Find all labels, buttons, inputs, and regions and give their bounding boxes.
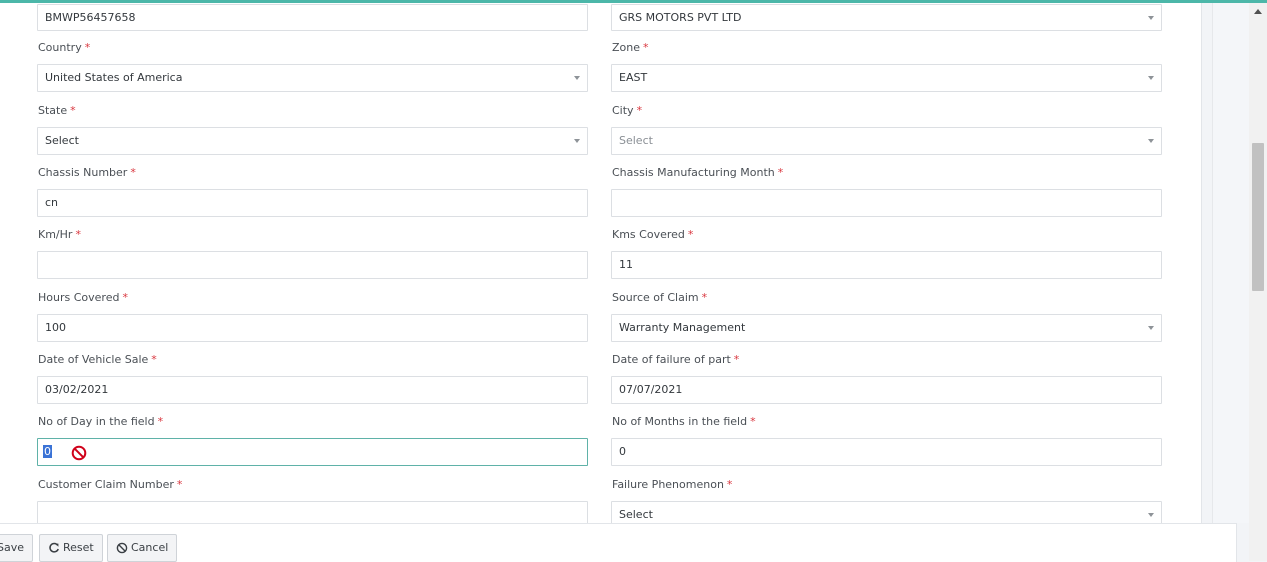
vertical-scrollbar[interactable] <box>1249 3 1267 561</box>
no-of-months-in-field-input[interactable]: 0 <box>611 438 1162 466</box>
no-of-day-in-field-label: No of Day in the field * <box>38 415 164 428</box>
failure-phenomenon-label: Failure Phenomenon * <box>612 478 733 491</box>
required-marker: * <box>643 41 649 54</box>
date-of-vehicle-sale-label: Date of Vehicle Sale * <box>38 353 157 366</box>
field-value: 03/02/2021 <box>45 383 109 396</box>
field-value: 100 <box>45 321 66 334</box>
required-marker: * <box>701 291 708 304</box>
chevron-down-icon <box>1148 76 1154 80</box>
date-of-failure-of-part-input[interactable]: 07/07/2021 <box>611 376 1162 404</box>
field-value: Select <box>619 134 653 147</box>
kms-covered-input[interactable]: 11 <box>611 251 1162 279</box>
zone-label: Zone * <box>612 41 649 54</box>
right-gutter <box>1212 3 1250 523</box>
cancel-button-label: Cancel <box>131 541 169 554</box>
required-marker: * <box>777 166 784 179</box>
country-select[interactable]: United States of America <box>37 64 588 92</box>
city-label: City * <box>612 104 643 117</box>
chevron-down-icon <box>574 139 580 143</box>
kms-covered-label: Kms Covered * <box>612 228 694 241</box>
reset-button[interactable]: Reset <box>39 534 103 562</box>
refresh-icon <box>49 542 59 553</box>
field-value: Warranty Management <box>619 321 746 334</box>
field-value: Select <box>619 508 653 521</box>
save-button-label: Save <box>0 541 24 554</box>
required-marker: * <box>750 415 756 428</box>
chevron-down-icon <box>1148 513 1154 517</box>
hours-covered-label: Hours Covered * <box>38 291 128 304</box>
zone-select[interactable]: EAST <box>611 64 1162 92</box>
scroll-up-arrow-icon[interactable] <box>1254 9 1262 14</box>
chassis-number-input[interactable]: cn <box>37 189 588 217</box>
country-label: Country * <box>38 41 91 54</box>
form-footer: Save Reset Cancel <box>0 523 1237 562</box>
field-value: GRS MOTORS PVT LTD <box>619 11 742 24</box>
save-button[interactable]: Save <box>0 534 33 562</box>
field-value: cn <box>45 196 59 209</box>
chassis-number-label: Chassis Number * <box>38 166 136 179</box>
cancel-button[interactable]: Cancel <box>107 534 178 562</box>
required-marker: * <box>84 41 91 54</box>
chassis-manufacturing-month-input[interactable] <box>611 189 1162 217</box>
required-marker: * <box>687 228 694 241</box>
state-label: State * <box>38 104 76 117</box>
chevron-down-icon <box>1148 16 1154 20</box>
date-of-vehicle-sale-input[interactable]: 03/02/2021 <box>37 376 588 404</box>
chassis-manufacturing-month-label: Chassis Manufacturing Month * <box>612 166 784 179</box>
required-marker: * <box>151 353 157 366</box>
date-of-failure-of-part-label: Date of failure of part * <box>612 353 740 366</box>
field-value: BMWP56457658 <box>45 11 136 24</box>
scrollbar-thumb[interactable] <box>1252 143 1264 291</box>
no-of-months-in-field-label: No of Months in the field * <box>612 415 756 428</box>
reset-button-label: Reset <box>63 541 94 554</box>
field-value: Select <box>45 134 79 147</box>
km-hr-input[interactable] <box>37 251 588 279</box>
required-marker: * <box>733 353 740 366</box>
field-value: 11 <box>619 258 633 271</box>
required-marker: * <box>70 104 76 117</box>
required-marker: * <box>726 478 733 491</box>
field-value: 0 <box>619 445 626 458</box>
field-value: EAST <box>619 71 648 84</box>
required-marker: * <box>636 104 643 117</box>
no-of-day-in-field-input[interactable]: 0 <box>37 438 588 466</box>
field-value: United States of America <box>45 71 183 84</box>
required-marker: * <box>157 415 164 428</box>
source-of-claim-label: Source of Claim * <box>612 291 708 304</box>
ban-icon <box>116 542 128 554</box>
failure-phenomenon-select[interactable]: Select <box>611 501 1162 523</box>
hours-covered-input[interactable]: 100 <box>37 314 588 342</box>
km-hr-label: Km/Hr * <box>38 228 81 241</box>
no-entry-icon <box>71 445 87 461</box>
customer-claim-number-input[interactable] <box>37 501 588 523</box>
required-marker: * <box>176 478 183 491</box>
field-value: 07/07/2021 <box>619 383 683 396</box>
dealer-select[interactable]: GRS MOTORS PVT LTD <box>611 4 1162 31</box>
registration-number-field[interactable]: BMWP56457658 <box>37 4 588 31</box>
chevron-down-icon <box>1148 326 1154 330</box>
selected-text: 0 <box>43 445 52 458</box>
source-of-claim-select[interactable]: Warranty Management <box>611 314 1162 342</box>
state-select[interactable]: Select <box>37 127 588 155</box>
chevron-down-icon <box>1148 139 1154 143</box>
required-marker: * <box>122 291 128 304</box>
required-marker: * <box>130 166 136 179</box>
chevron-down-icon <box>574 76 580 80</box>
required-marker: * <box>75 228 81 241</box>
form-panel: BMWP56457658 Country * United States of A… <box>0 3 1202 523</box>
customer-claim-number-label: Customer Claim Number * <box>38 478 183 491</box>
city-select[interactable]: Select <box>611 127 1162 155</box>
